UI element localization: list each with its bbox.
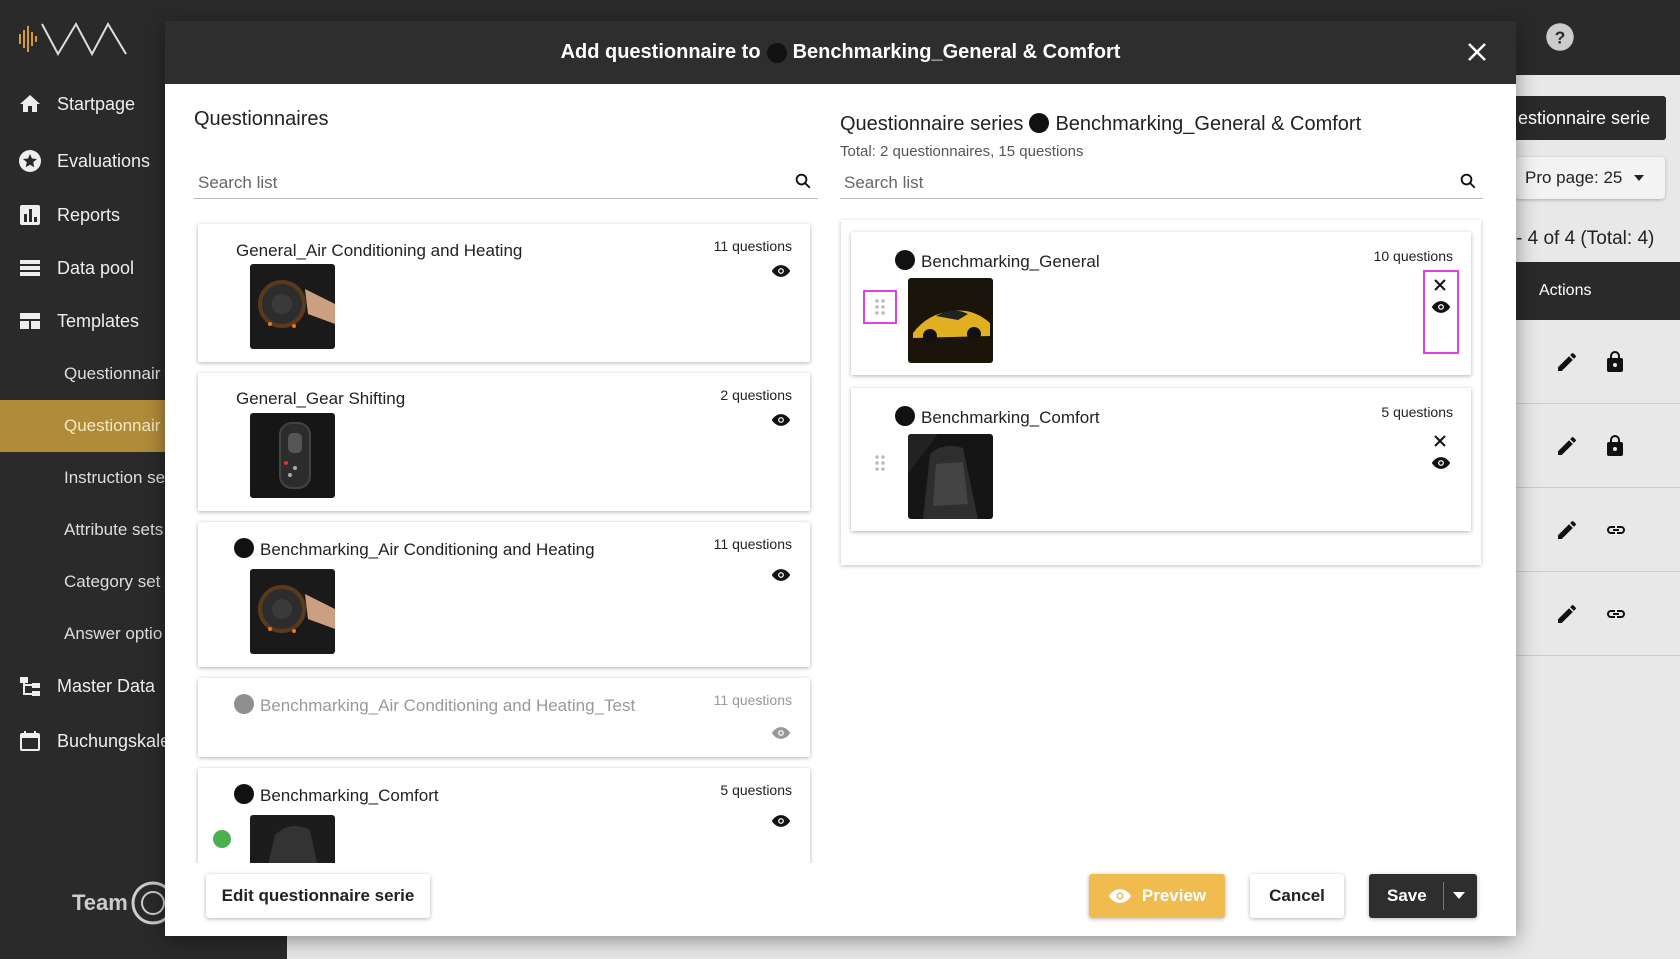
questionnaire-name: Benchmarking_Comfort [260, 786, 439, 805]
search-icon[interactable] [1459, 172, 1477, 190]
questionnaire-dot-icon [895, 406, 915, 426]
list-item[interactable]: Benchmarking_Air Conditioning and Heatin… [198, 522, 810, 667]
preview-label: Preview [1141, 886, 1207, 905]
eye-icon [1108, 889, 1131, 903]
list-item[interactable]: General_Air Conditioning and Heating 11 … [198, 224, 810, 362]
series-item-thumbnail [908, 434, 993, 519]
questionnaire-dot-icon [234, 538, 254, 558]
question-count: 5 questions [720, 782, 792, 798]
remove-icon[interactable] [1433, 434, 1447, 448]
left-search-input[interactable]: Search list [194, 165, 818, 199]
question-count: 10 questions [1373, 248, 1453, 264]
series-list[interactable]: Benchmarking_General 10 questions Benchm… [841, 220, 1481, 565]
list-item[interactable]: Benchmarking_Comfort 5 questions [198, 768, 810, 863]
questionnaire-name: General_Gear Shifting [236, 389, 406, 408]
list-item[interactable]: General_Gear Shifting 2 questions [198, 373, 810, 511]
eye-icon[interactable] [771, 413, 791, 427]
drag-handle-icon[interactable] [865, 448, 895, 478]
eye-icon[interactable] [771, 568, 791, 582]
dialog-title-name: Benchmarking_General & Comfort [792, 41, 1121, 63]
list-item-disabled: Benchmarking_Air Conditioning and Heatin… [198, 678, 810, 757]
edit-questionnaire-serie-button[interactable]: Edit questionnaire serie [206, 874, 430, 918]
close-icon[interactable] [1466, 41, 1488, 63]
remove-icon[interactable] [1433, 278, 1447, 292]
questionnaire-dot-icon [895, 250, 915, 270]
questionnaire-name-wrap: Benchmarking_Air Conditioning and Heatin… [234, 694, 635, 716]
save-button[interactable]: Save [1369, 874, 1477, 918]
questionnaire-thumbnail [250, 413, 335, 498]
selected-check-icon [213, 830, 231, 848]
questionnaires-title: Questionnaires [194, 108, 329, 130]
save-dropdown-caret-icon[interactable] [1453, 892, 1465, 899]
questionnaire-name-wrap: Benchmarking_Comfort [234, 784, 439, 806]
questionnaire-thumbnail [250, 815, 335, 863]
search-icon[interactable] [794, 172, 812, 190]
save-divider [1443, 882, 1444, 910]
questionnaire-list[interactable]: General_Air Conditioning and Heating 11 … [194, 218, 814, 863]
question-count: 5 questions [1381, 404, 1453, 420]
save-label: Save [1387, 886, 1427, 905]
eye-icon[interactable] [1431, 456, 1451, 470]
series-item-name-wrap: Benchmarking_General [895, 250, 1100, 272]
search-placeholder: Search list [844, 173, 924, 192]
series-title-prefix: Questionnaire series [840, 113, 1024, 135]
questionnaire-thumbnail [250, 569, 335, 654]
preview-button[interactable]: Preview [1089, 874, 1225, 918]
cancel-button[interactable]: Cancel [1250, 874, 1344, 918]
questionnaire-name-wrap: Benchmarking_Air Conditioning and Heatin… [234, 538, 595, 560]
question-count: 11 questions [713, 692, 792, 708]
right-search-input[interactable]: Search list [840, 165, 1483, 199]
questionnaire-name: Benchmarking_Air Conditioning and Heatin… [260, 696, 636, 715]
questionnaire-name: General_Air Conditioning and Heating [236, 241, 523, 260]
questionnaire-dot-icon [234, 694, 254, 714]
questionnaire-name: Benchmarking_Air Conditioning and Heatin… [260, 540, 595, 559]
eye-icon[interactable] [771, 264, 791, 278]
series-dot-icon [1029, 113, 1050, 133]
questionnaire-thumbnail [250, 264, 335, 349]
question-count: 11 questions [713, 238, 792, 254]
series-title: Questionnaire series Benchmarking_General… [840, 113, 1361, 136]
series-item-name: Benchmarking_Comfort [921, 408, 1100, 427]
series-item-name-wrap: Benchmarking_Comfort [895, 406, 1100, 428]
eye-icon[interactable] [771, 726, 791, 740]
series-item-actions [1423, 270, 1459, 354]
series-summary: Total: 2 questionnaires, 15 questions [840, 143, 1084, 160]
series-item[interactable]: Benchmarking_Comfort 5 questions [851, 388, 1471, 531]
series-title-name: Benchmarking_General & Comfort [1055, 113, 1362, 135]
drag-handle-icon[interactable] [863, 290, 897, 324]
add-questionnaire-dialog: Add questionnaire to Benchmarking_Genera… [165, 21, 1516, 936]
series-item-actions [1425, 428, 1457, 508]
series-item-thumbnail [908, 278, 993, 363]
questionnaire-dot-icon [234, 784, 254, 804]
eye-icon[interactable] [1431, 300, 1451, 314]
question-count: 11 questions [713, 536, 792, 552]
dialog-title-prefix: Add questionnaire to [560, 41, 761, 63]
series-item[interactable]: Benchmarking_General 10 questions [851, 232, 1471, 375]
series-dot-icon [766, 42, 787, 63]
series-item-name: Benchmarking_General [921, 252, 1100, 271]
eye-icon[interactable] [771, 814, 791, 828]
dialog-header: Add questionnaire to Benchmarking_Genera… [165, 21, 1516, 84]
search-placeholder: Search list [198, 173, 278, 192]
question-count: 2 questions [720, 387, 792, 403]
